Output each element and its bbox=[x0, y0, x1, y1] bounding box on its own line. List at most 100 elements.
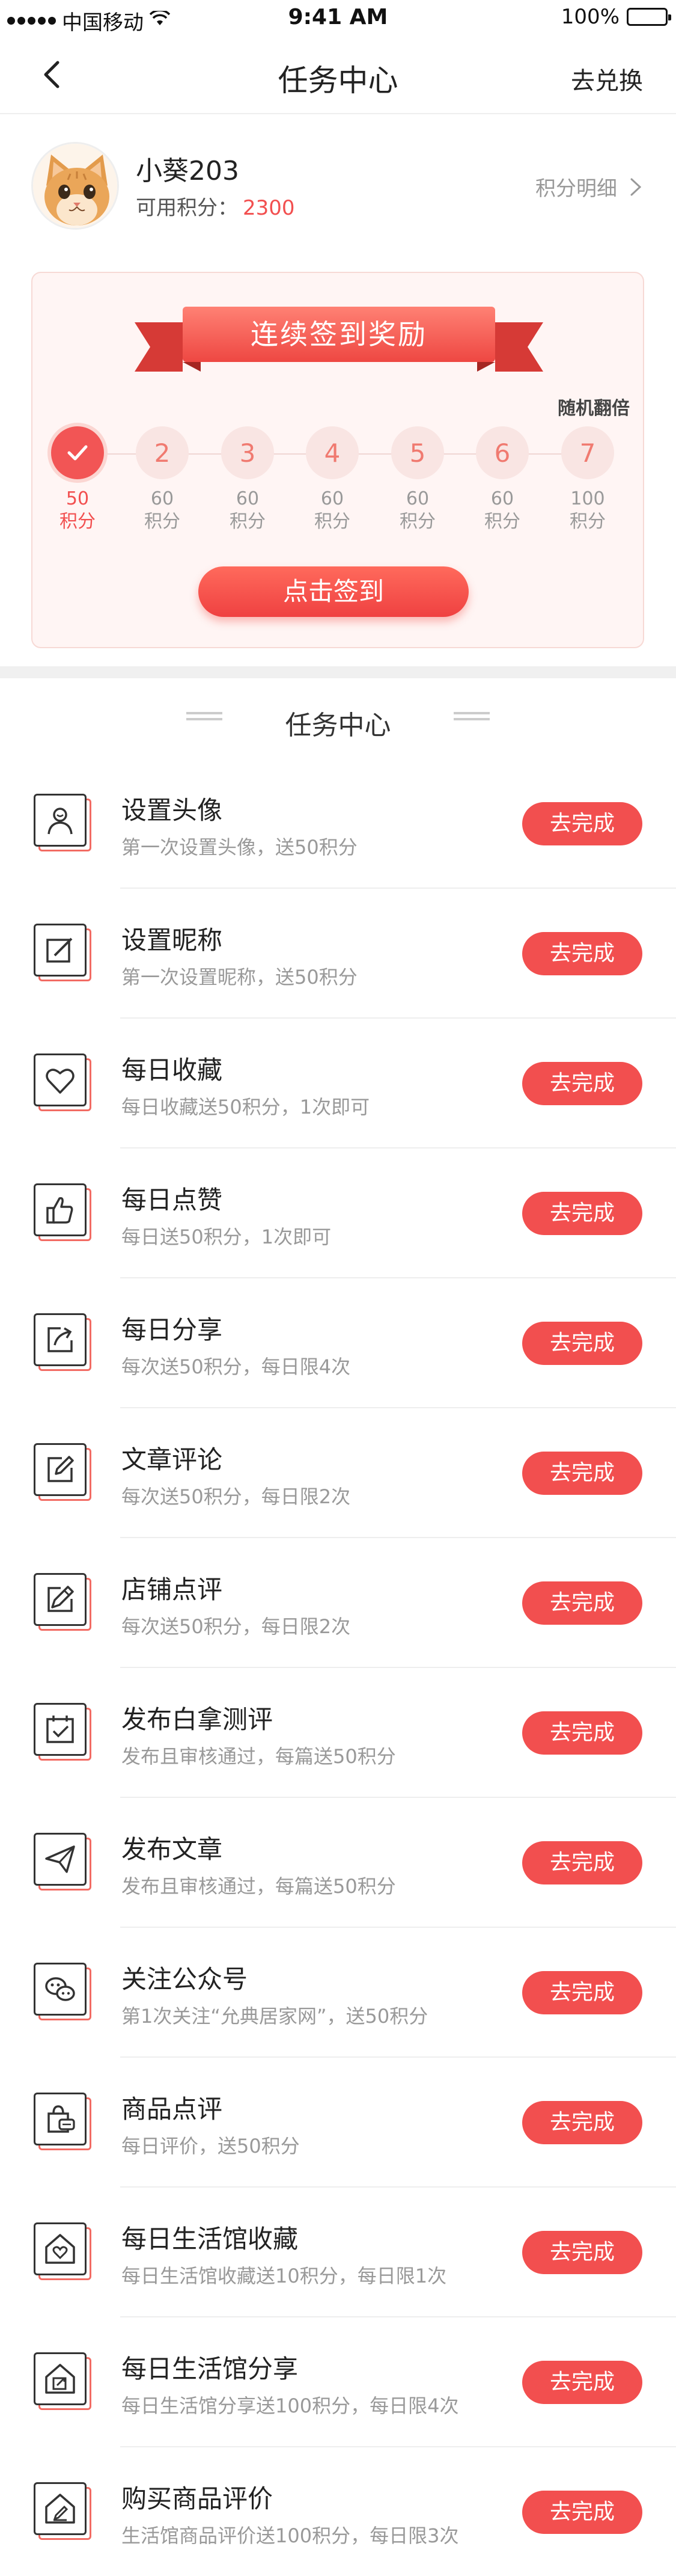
battery-icon bbox=[627, 8, 671, 26]
points-value: 2300 bbox=[243, 196, 295, 220]
profile-header: 小葵203 可用积分： 2300 积分明细 bbox=[0, 115, 676, 260]
checkin-day-5: 5 60 积分 bbox=[385, 426, 451, 533]
task-description: 每日送50积分，1次即可 bbox=[121, 1225, 332, 1248]
checkin-day-4: 4 60 积分 bbox=[299, 426, 365, 533]
day-points-unit: 积分 bbox=[144, 511, 180, 532]
task-row: 每日点赞每日送50积分，1次即可 去完成 bbox=[0, 1148, 676, 1278]
task-description: 第1次关注“允典居家网”，送50积分 bbox=[121, 2005, 428, 2028]
complete-task-button[interactable]: 去完成 bbox=[522, 2491, 642, 2534]
day-reward: 100 积分 bbox=[555, 488, 621, 533]
task-title: 每日生活馆分享 bbox=[121, 2354, 299, 2384]
complete-task-button[interactable]: 去完成 bbox=[522, 1581, 642, 1625]
points-detail-label: 积分明细 bbox=[535, 177, 617, 201]
task-row: 发布文章 发布且审核通过，每篇送50积分 去完成 bbox=[0, 1798, 676, 1928]
checkin-day-6: 6 60 积分 bbox=[469, 426, 535, 533]
status-bar: 中国移动 9:41 AM 100% bbox=[0, 0, 676, 36]
task-description: 每日生活馆分享送100积分，每日限4次 bbox=[121, 2394, 459, 2417]
task-title: 发布白拿测评 bbox=[121, 1705, 273, 1734]
complete-task-button[interactable]: 去完成 bbox=[522, 2101, 642, 2144]
avatar[interactable] bbox=[31, 142, 119, 230]
task-row: 店铺点评每次送50积分，每日限2次 去完成 bbox=[0, 1538, 676, 1668]
task-title: 购买商品评价 bbox=[121, 2484, 273, 2513]
task-row: 商品点评 每日评价，送50积分 去完成 bbox=[0, 2058, 676, 2188]
edit-icon bbox=[34, 924, 91, 981]
complete-task-button[interactable]: 去完成 bbox=[522, 1971, 642, 2014]
checkin-card: 连续签到奖励 随机翻倍 50 积分 2 60 积分 3 60 积分 4 60 积分 5 60 积分 6 60 积… bbox=[31, 272, 644, 648]
bag-comment-icon bbox=[34, 2093, 91, 2150]
thumbs-up-icon bbox=[34, 1183, 91, 1241]
complete-task-button[interactable]: 去完成 bbox=[522, 1711, 642, 1755]
complete-task-button[interactable]: 去完成 bbox=[522, 1841, 642, 1884]
day-points-value: 60 bbox=[236, 488, 260, 509]
task-description: 生活馆商品评价送100积分，每日限3次 bbox=[121, 2524, 459, 2547]
checkin-button[interactable]: 点击签到 bbox=[198, 566, 469, 617]
redeem-link[interactable]: 去兑换 bbox=[571, 61, 643, 96]
send-icon bbox=[34, 1833, 91, 1891]
section-divider bbox=[0, 666, 676, 678]
house-share-icon bbox=[34, 2352, 91, 2410]
task-description: 每次送50积分，每日限2次 bbox=[121, 1615, 351, 1638]
username: 小葵203 bbox=[136, 156, 239, 186]
task-title: 商品点评 bbox=[121, 2094, 223, 2124]
status-right: 100% bbox=[561, 5, 671, 29]
day-points-unit: 积分 bbox=[314, 511, 350, 532]
comment-edit-icon bbox=[34, 1443, 91, 1501]
random-double-badge: 随机翻倍 bbox=[558, 398, 630, 419]
complete-task-button[interactable]: 去完成 bbox=[522, 1192, 642, 1235]
check-icon bbox=[51, 426, 104, 479]
day-reward: 60 积分 bbox=[129, 488, 195, 533]
task-title: 设置昵称 bbox=[121, 925, 223, 955]
day-points-unit: 积分 bbox=[570, 511, 606, 532]
complete-task-button[interactable]: 去完成 bbox=[522, 2361, 642, 2404]
task-row: 每日生活馆收藏 每日生活馆收藏送10积分，每日限1次 去完成 bbox=[0, 2188, 676, 2317]
task-description: 每次送50积分，每日限4次 bbox=[121, 1355, 351, 1378]
task-row: 设置头像第一次设置头像，送50积分 去完成 bbox=[0, 759, 676, 889]
task-description: 第一次设置昵称，送50积分 bbox=[121, 966, 358, 989]
available-points: 可用积分： 2300 bbox=[136, 191, 295, 221]
complete-task-button[interactable]: 去完成 bbox=[522, 802, 642, 845]
share-icon bbox=[34, 1313, 91, 1371]
complete-task-button[interactable]: 去完成 bbox=[522, 1322, 642, 1365]
day-reward: 60 积分 bbox=[469, 488, 535, 533]
task-description: 每日生活馆收藏送10积分，每日限1次 bbox=[121, 2265, 447, 2287]
task-title: 关注公众号 bbox=[121, 1964, 248, 1994]
day-points-unit: 积分 bbox=[59, 511, 96, 532]
day-points-value: 60 bbox=[406, 488, 430, 509]
day-number: 3 bbox=[221, 426, 274, 479]
task-row: 文章评论 每次送50积分，每日限2次 去完成 bbox=[0, 1408, 676, 1538]
points-detail-link[interactable]: 积分明细 bbox=[535, 172, 642, 201]
task-row: 每日生活馆分享每日生活馆分享送100积分，每日限4次 去完成 bbox=[0, 2317, 676, 2447]
day-reward: 60 积分 bbox=[385, 488, 451, 533]
house-heart-icon bbox=[34, 2222, 91, 2280]
task-description: 发布且审核通过，每篇送50积分 bbox=[121, 1875, 396, 1898]
task-row: 关注公众号第1次关注“允典居家网”，送50积分 去完成 bbox=[0, 1928, 676, 2058]
task-title: 店铺点评 bbox=[121, 1575, 223, 1604]
day-number: 5 bbox=[391, 426, 444, 479]
chevron-right-icon bbox=[630, 178, 642, 195]
task-row: 每日收藏 每日收藏送50积分，1次即可 去完成 bbox=[0, 1019, 676, 1148]
task-section-title: 任务中心 bbox=[285, 710, 391, 741]
user-icon bbox=[34, 794, 91, 851]
complete-task-button[interactable]: 去完成 bbox=[522, 932, 642, 975]
day-number: 7 bbox=[561, 426, 614, 479]
day-points-value: 100 bbox=[570, 488, 605, 509]
checkin-day-7: 7 100 积分 bbox=[555, 426, 621, 533]
task-description: 第一次设置头像，送50积分 bbox=[121, 836, 358, 859]
calendar-check-icon bbox=[34, 1703, 91, 1761]
heart-icon bbox=[34, 1053, 91, 1111]
task-title: 设置头像 bbox=[121, 796, 223, 825]
checkin-day-3: 3 60 积分 bbox=[215, 426, 281, 533]
task-title: 每日分享 bbox=[121, 1315, 223, 1345]
day-points-value: 50 bbox=[65, 488, 90, 509]
task-row: 购买商品评价生活馆商品评价送100积分，每日限3次 去完成 bbox=[0, 2447, 676, 2576]
task-row: 发布白拿测评 发布且审核通过，每篇送50积分 去完成 bbox=[0, 1668, 676, 1798]
day-reward: 60 积分 bbox=[215, 488, 281, 533]
day-points-value: 60 bbox=[320, 488, 344, 509]
title-decoration-right bbox=[454, 712, 490, 722]
task-title: 每日点赞 bbox=[121, 1185, 223, 1215]
complete-task-button[interactable]: 去完成 bbox=[522, 1062, 642, 1105]
complete-task-button[interactable]: 去完成 bbox=[522, 1452, 642, 1495]
task-description: 每次送50积分，每日限2次 bbox=[121, 1485, 351, 1508]
complete-task-button[interactable]: 去完成 bbox=[522, 2231, 642, 2274]
day-number: 4 bbox=[306, 426, 359, 479]
